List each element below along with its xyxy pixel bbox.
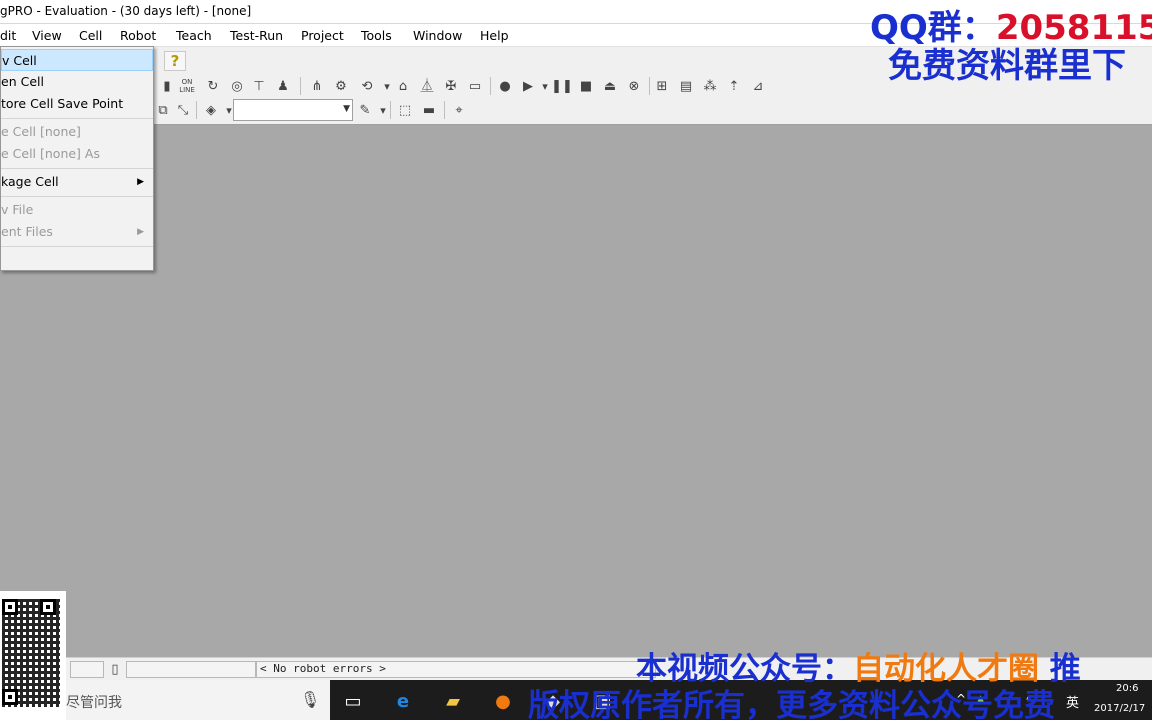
gripper-icon[interactable]: ⋔ — [308, 77, 326, 95]
console-icon[interactable]: ▭ — [466, 77, 484, 95]
box-icon[interactable]: ⬚ — [396, 101, 414, 119]
combo-box[interactable]: ▼ — [233, 99, 353, 121]
workspace[interactable] — [154, 126, 1152, 657]
path-icon[interactable]: ⊞ — [653, 77, 671, 95]
menu-tools[interactable]: Tools — [361, 28, 392, 43]
microphone-icon[interactable]: 🎙 — [300, 690, 320, 709]
window-title: gPRO - Evaluation - (30 days left) - [no… — [0, 4, 252, 18]
menu-view[interactable]: View — [32, 28, 62, 43]
qr-finder — [2, 689, 18, 705]
ruler-icon[interactable]: ▬ — [420, 101, 438, 119]
mouse-icon[interactable]: ⌖ — [450, 101, 468, 119]
robot-errors-text: < No robot errors > — [260, 662, 386, 675]
menu-cell[interactable]: Cell — [79, 28, 102, 43]
toolbar-separator — [649, 77, 650, 95]
frame-icon[interactable]: ⟲ — [358, 77, 376, 95]
menu-item-open-cell[interactable]: en Cell — [1, 71, 153, 93]
file-menu-dropdown: v Cell en Cell tore Cell Save Point e Ce… — [0, 46, 154, 271]
panel-icon[interactable]: ▤ — [677, 77, 695, 95]
menu-robot[interactable]: Robot — [120, 28, 156, 43]
menu-item-package-cell[interactable]: kage Cell ▶ — [1, 171, 153, 193]
rotate-icon[interactable]: ↻ — [204, 77, 222, 95]
file-explorer-icon[interactable]: ▰ — [440, 688, 466, 714]
menu-item-save-cell-as: e Cell [none] As — [1, 146, 100, 161]
menu-project[interactable]: Project — [301, 28, 344, 43]
stop-icon[interactable]: ■ — [577, 77, 595, 95]
fish-icon[interactable]: ◈ — [202, 101, 220, 119]
menu-help[interactable]: Help — [480, 28, 509, 43]
menu-test-run[interactable]: Test-Run — [230, 28, 283, 43]
menu-edit[interactable]: dit — [0, 28, 16, 43]
status-cell — [126, 661, 256, 678]
task-view-icon[interactable]: ▭ — [340, 688, 366, 714]
edge-browser-icon[interactable]: e — [390, 688, 416, 714]
pause-icon[interactable]: ❚❚ — [551, 77, 573, 95]
watermark-free-resources: 免费资料群里下 — [888, 46, 1126, 86]
menu-separator — [1, 246, 153, 247]
online-label: ON LINE — [179, 78, 195, 94]
toolbar-separator — [300, 77, 301, 95]
measure-icon[interactable]: ⊿ — [749, 77, 767, 95]
search-placeholder: 尽管问我 — [66, 695, 122, 711]
menu-item-view-file: v File — [1, 202, 34, 217]
menu-window[interactable]: Window — [413, 28, 462, 43]
eject-icon[interactable]: ⏏ — [601, 77, 619, 95]
target-icon[interactable]: ◎ — [228, 77, 246, 95]
robot-head-icon[interactable]: ⌂ — [394, 77, 412, 95]
menu-item-recent-files: ent Files ▶ — [1, 221, 153, 243]
record-icon[interactable]: ● — [496, 77, 514, 95]
menu-teach[interactable]: Teach — [176, 28, 212, 43]
resize-icon[interactable]: ⤡ — [174, 101, 192, 119]
clock-time[interactable]: 20:6 — [1116, 683, 1138, 694]
cylinder-icon[interactable]: ▮ — [158, 77, 176, 95]
pendant-icon[interactable]: ▯ — [106, 660, 124, 678]
help-icon[interactable]: ? — [164, 51, 186, 71]
app-orange-icon[interactable]: ● — [490, 688, 516, 714]
robot-arm-icon[interactable]: ✠ — [442, 77, 460, 95]
status-cell — [70, 661, 104, 678]
menu-item-restore-cell-save-point[interactable]: tore Cell Save Point — [1, 93, 153, 115]
online-icon[interactable]: ON LINE — [178, 77, 196, 95]
clock-date[interactable]: 2017/2/17 — [1094, 703, 1145, 714]
tool-icon[interactable]: ⚙ — [332, 77, 350, 95]
watermark-copyright: 版权原作者所有，更多资料公众号免费 — [528, 688, 1055, 720]
qr-code — [0, 591, 66, 720]
toolbar-separator — [196, 101, 197, 119]
play-icon[interactable]: ▶ — [519, 77, 537, 95]
qr-finder — [2, 599, 18, 615]
submenu-arrow-icon: ▶ — [137, 177, 144, 187]
chevron-down-icon[interactable]: ▼ — [343, 104, 350, 114]
menu-separator — [1, 118, 153, 119]
axis-icon[interactable]: ⏅ — [418, 77, 436, 95]
ime-indicator[interactable]: 英 — [1066, 692, 1079, 711]
qr-finder — [40, 599, 56, 615]
upload-icon[interactable]: ⇡ — [725, 77, 743, 95]
abort-icon[interactable]: ⊗ — [625, 77, 643, 95]
menu-separator — [1, 168, 153, 169]
copy-icon[interactable]: ⧉ — [154, 101, 172, 119]
signpost-icon[interactable]: ⊤ — [250, 77, 268, 95]
network-icon[interactable]: ⁂ — [701, 77, 719, 95]
toolbar-separator — [490, 77, 491, 95]
spray-icon[interactable]: ✎ — [356, 101, 374, 119]
menu-separator — [1, 196, 153, 197]
menu-item-new-cell[interactable]: v Cell — [1, 49, 153, 71]
toolbar-separator — [444, 101, 445, 119]
submenu-arrow-icon: ▶ — [137, 227, 144, 237]
toolbar-separator — [390, 101, 391, 119]
menu-item-save-cell: e Cell [none] — [1, 124, 81, 139]
operator-icon[interactable]: ♟ — [274, 77, 292, 95]
